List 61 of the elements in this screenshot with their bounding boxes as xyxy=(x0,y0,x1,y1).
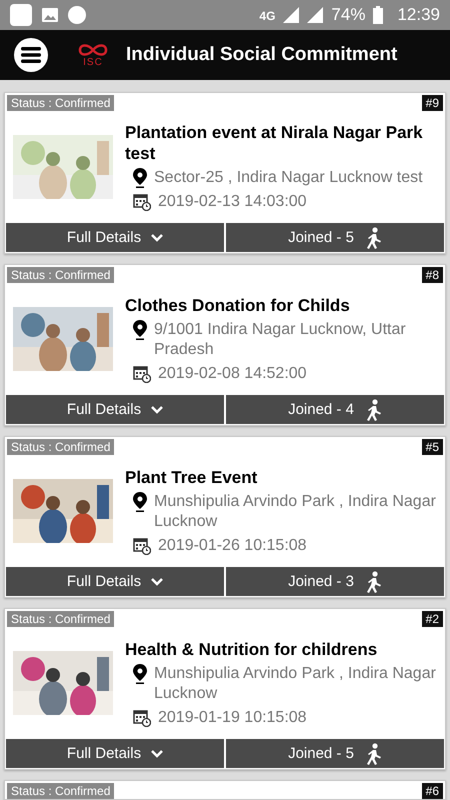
event-number: #2 xyxy=(422,611,443,627)
menu-button[interactable] xyxy=(14,38,48,72)
clock: 12:39 xyxy=(397,5,440,25)
battery-percent: 74% xyxy=(331,5,366,25)
event-address: Sector-25 , Indira Nagar Lucknow test xyxy=(154,168,423,188)
event-title: Plant Tree Event xyxy=(125,466,258,488)
event-card[interactable]: Status : Confirmed #2 Health & Nutrition for childrens Munshipulia Arvindo Park , Indira Nagar Lucknow 2019-01-19 10:15:08 Full Details Joined - 5 xyxy=(4,608,446,770)
location-pin-icon xyxy=(133,664,147,684)
full-details-button[interactable]: Full Details xyxy=(6,739,224,768)
chevron-down-icon xyxy=(151,234,164,242)
location-pin-icon xyxy=(133,492,147,512)
joined-button[interactable]: Joined - 5 xyxy=(226,739,444,768)
event-title: Health & Nutrition for childrens xyxy=(125,638,378,660)
location-pin-icon xyxy=(133,320,147,340)
full-details-button[interactable]: Full Details xyxy=(6,567,224,596)
status-tag: Status : Confirmed xyxy=(7,95,114,111)
logo-icon xyxy=(76,42,110,58)
event-card[interactable]: Status : Confirmed #8 Clothes Donation for Childs 9/1001 Indira Nagar Lucknow, Uttar Pradesh 2019-02-08 14:52:00 Full Details Joined - 4 xyxy=(4,264,446,426)
event-title: Clothes Donation for Childs xyxy=(125,294,351,316)
joined-button[interactable]: Joined - 3 xyxy=(226,567,444,596)
signal-icon xyxy=(307,7,324,23)
event-number: #6 xyxy=(422,783,443,799)
chevron-down-icon xyxy=(151,578,164,586)
event-card[interactable]: Status : Confirmed #9 Plantation event at Nirala Nagar Park test Sector-25 , Indira Nagar Lucknow test 2019-02-13 14:03:00 Full Details Joined - 5 xyxy=(4,92,446,254)
location-pin-icon xyxy=(133,168,147,188)
event-datetime: 2019-01-26 10:15:08 xyxy=(158,536,307,556)
event-datetime: 2019-01-19 10:15:08 xyxy=(158,708,307,728)
calendar-icon xyxy=(133,193,151,211)
status-tag: Status : Confirmed xyxy=(7,611,114,627)
calendar-icon xyxy=(133,536,151,554)
event-address: Munshipulia Arvindo Park , Indira Nagar Lucknow xyxy=(154,664,437,704)
logo-text: ISC xyxy=(83,58,103,68)
event-address: 9/1001 Indira Nagar Lucknow, Uttar Pradesh xyxy=(154,320,407,360)
menu-icon xyxy=(21,47,41,63)
full-details-button[interactable]: Full Details xyxy=(6,395,224,424)
event-card[interactable]: Status : Confirmed #5 Plant Tree Event Munshipulia Arvindo Park , Indira Nagar Lucknow 2019-01-26 10:15:08 Full Details Joined - 3 xyxy=(4,436,446,598)
app-title: Individual Social Commitment xyxy=(126,44,398,66)
event-card[interactable]: Status : Confirmed #6 xyxy=(4,780,446,800)
network-label: 4G xyxy=(259,9,276,23)
status-tag: Status : Confirmed xyxy=(7,267,114,283)
battery-icon xyxy=(373,6,384,24)
event-title: Plantation event at Nirala Nagar Park test xyxy=(125,122,424,164)
image-icon xyxy=(42,8,58,22)
event-number: #8 xyxy=(422,267,443,283)
joined-button[interactable]: Joined - 5 xyxy=(226,223,444,252)
event-address: Munshipulia Arvindo Park , Indira Nagar Lucknow xyxy=(154,492,437,532)
calendar-icon xyxy=(133,364,151,382)
notification-icon xyxy=(10,4,32,26)
event-number: #5 xyxy=(422,439,443,455)
chevron-down-icon xyxy=(151,750,164,758)
event-datetime: 2019-02-08 14:52:00 xyxy=(158,364,307,384)
signal-icon xyxy=(283,7,300,23)
full-details-button[interactable]: Full Details xyxy=(6,223,224,252)
circle-icon xyxy=(68,6,86,24)
event-datetime: 2019-02-13 14:03:00 xyxy=(158,192,307,212)
status-tag: Status : Confirmed xyxy=(7,783,114,799)
calendar-icon xyxy=(133,708,151,726)
event-number: #9 xyxy=(422,95,443,111)
joined-button[interactable]: Joined - 4 xyxy=(226,395,444,424)
status-tag: Status : Confirmed xyxy=(7,439,114,455)
chevron-down-icon xyxy=(151,406,164,414)
